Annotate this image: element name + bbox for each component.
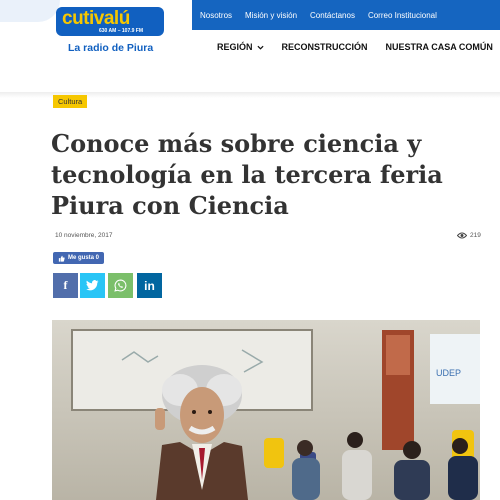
- article-date: 10 noviembre, 2017: [55, 232, 113, 239]
- share-twitter-button[interactable]: [80, 273, 105, 298]
- nav-item-region[interactable]: REGIÓN: [217, 42, 264, 52]
- facebook-like-button[interactable]: Me gusta 0: [53, 252, 105, 264]
- eye-icon: [457, 232, 467, 239]
- twitter-icon: [86, 280, 99, 291]
- nav-item-label: RECONSTRUCCIÓN: [281, 42, 368, 52]
- nav-item-label: NUESTRA CASA COMÚN: [385, 42, 493, 52]
- facebook-icon: f: [63, 278, 68, 292]
- top-bar-links: Nosotros Misión y visión Contáctanos Cor…: [200, 0, 437, 30]
- logo-frequency: 630 AM – 107.9 FM: [99, 28, 144, 34]
- top-link-contacto[interactable]: Contáctanos: [310, 11, 355, 20]
- like-label: Me gusta 0: [68, 255, 100, 261]
- article-title: Conoce más sobre ciencia y tecnología en…: [51, 129, 443, 220]
- top-link-mision[interactable]: Misión y visión: [245, 11, 297, 20]
- svg-text:UDEP: UDEP: [436, 368, 461, 378]
- share-linkedin-button[interactable]: in: [137, 273, 162, 298]
- whatsapp-icon: [114, 279, 127, 292]
- main-nav: REGIÓN RECONSTRUCCIÓN NUESTRA CASA COMÚN: [192, 30, 500, 64]
- view-count-value: 219: [470, 232, 481, 239]
- top-link-correo[interactable]: Correo Institucional: [368, 11, 437, 20]
- logo-tagline: La radio de Piura: [68, 42, 154, 54]
- view-count: 219: [457, 232, 481, 239]
- featured-image: UDEP: [52, 320, 480, 500]
- logo-name: cutivalú: [62, 8, 130, 29]
- thumbs-up-icon: [58, 255, 65, 262]
- nav-item-reconstruccion[interactable]: RECONSTRUCCIÓN: [282, 42, 368, 52]
- chevron-down-icon: [256, 45, 264, 50]
- nav-item-casa-comun[interactable]: NUESTRA CASA COMÚN: [386, 42, 493, 52]
- share-facebook-button[interactable]: f: [53, 273, 78, 298]
- top-link-nosotros[interactable]: Nosotros: [200, 11, 232, 20]
- linkedin-icon: in: [144, 278, 155, 293]
- nav-item-label: REGIÓN: [217, 42, 253, 52]
- category-badge[interactable]: Cultura: [53, 95, 88, 108]
- featured-photo: UDEP: [52, 320, 480, 500]
- share-whatsapp-button[interactable]: [108, 273, 133, 298]
